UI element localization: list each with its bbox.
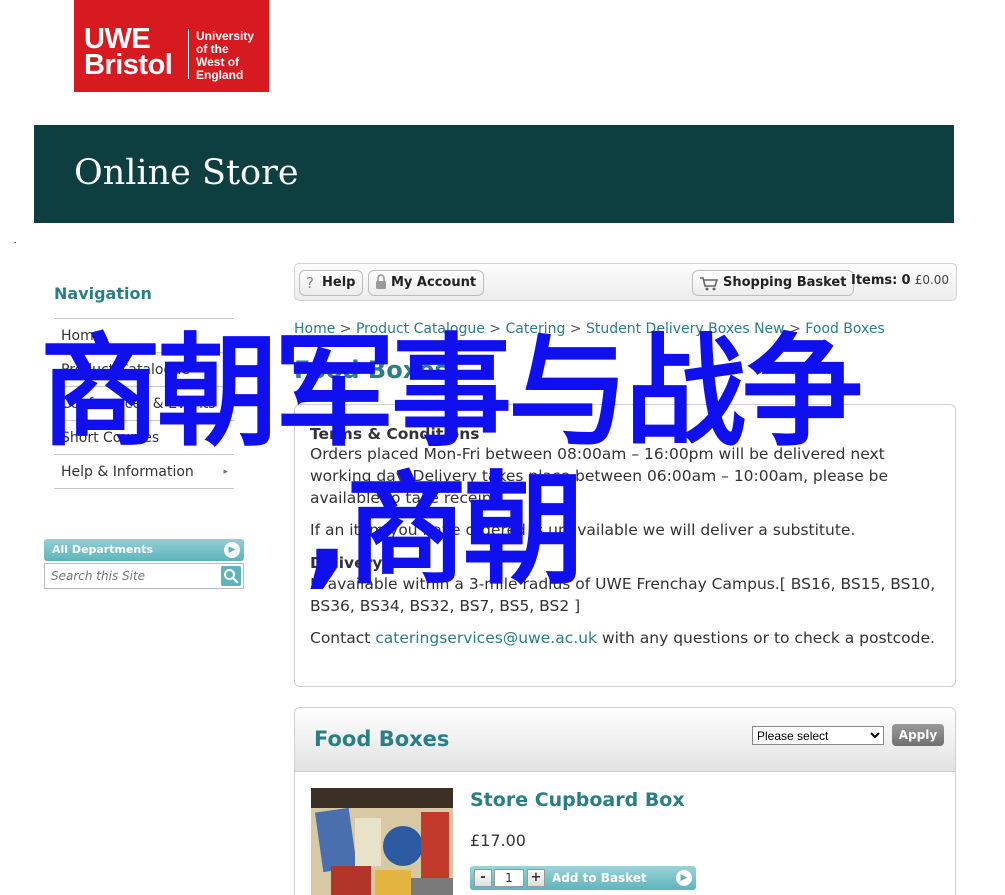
sort-select[interactable]: Please select [752,726,884,745]
search-input[interactable] [45,564,217,588]
contact-text: Contact cateringservices@uwe.ac.uk with … [310,629,935,647]
logo-university-name: University of the West of England [196,29,255,82]
decrease-quantity-button[interactable]: - [474,869,492,887]
product-image[interactable] [311,788,453,895]
overlay-text-line-2: ,商朝 [304,460,584,601]
uwe-bristol-logo[interactable]: UWE Bristol University of the West of En… [74,0,269,92]
catering-email-link[interactable]: cateringservices@uwe.ac.uk [375,629,597,647]
arrow-right-circle-icon: ▶ [676,870,692,886]
basket-item-count: 0 [901,273,911,288]
store-banner: Online Store [34,125,954,223]
shopping-basket-button[interactable]: Shopping Basket [692,270,855,296]
all-departments-dropdown[interactable]: All Departments ▶ [44,539,244,561]
store-title: Online Store [74,153,299,193]
product-price: £17.00 [470,831,526,850]
add-to-basket-button[interactable]: Add to Basket [552,866,647,890]
search-button[interactable] [221,566,241,586]
add-to-basket-bar: - 1 + Add to Basket ▶ [470,866,696,890]
logo-wordmark: UWE Bristol [84,23,173,81]
lock-icon [375,271,387,300]
food-boxes-title: Food Boxes [314,727,450,751]
divider-mark [14,242,16,243]
basket-summary: Items: 0 £0.00 [851,273,950,288]
help-button[interactable]: ? Help [299,270,364,296]
apply-button[interactable]: Apply [892,724,944,746]
quantity-field[interactable]: 1 [494,869,524,887]
arrow-right-circle-icon: ▶ [224,542,240,558]
search-box [44,563,244,589]
product-name[interactable]: Store Cupboard Box [470,789,685,811]
nav-heading: Navigation [54,284,152,303]
search-icon [224,569,239,584]
question-mark-icon: ? [306,274,314,292]
basket-total: £0.00 [914,273,950,287]
shopping-cart-icon [699,271,719,300]
store-toolbar: ? Help My Account Shopping Basket Items:… [294,263,957,301]
my-account-button[interactable]: My Account [368,270,485,296]
food-boxes-panel: Food Boxes Please select Apply Store Cup… [294,707,956,895]
food-boxes-header: Food Boxes Please select Apply [295,708,955,772]
increase-quantity-button[interactable]: + [527,869,545,887]
overlay-text-line-1: 商朝军事与战争 [40,322,863,463]
logo-divider [188,29,189,79]
